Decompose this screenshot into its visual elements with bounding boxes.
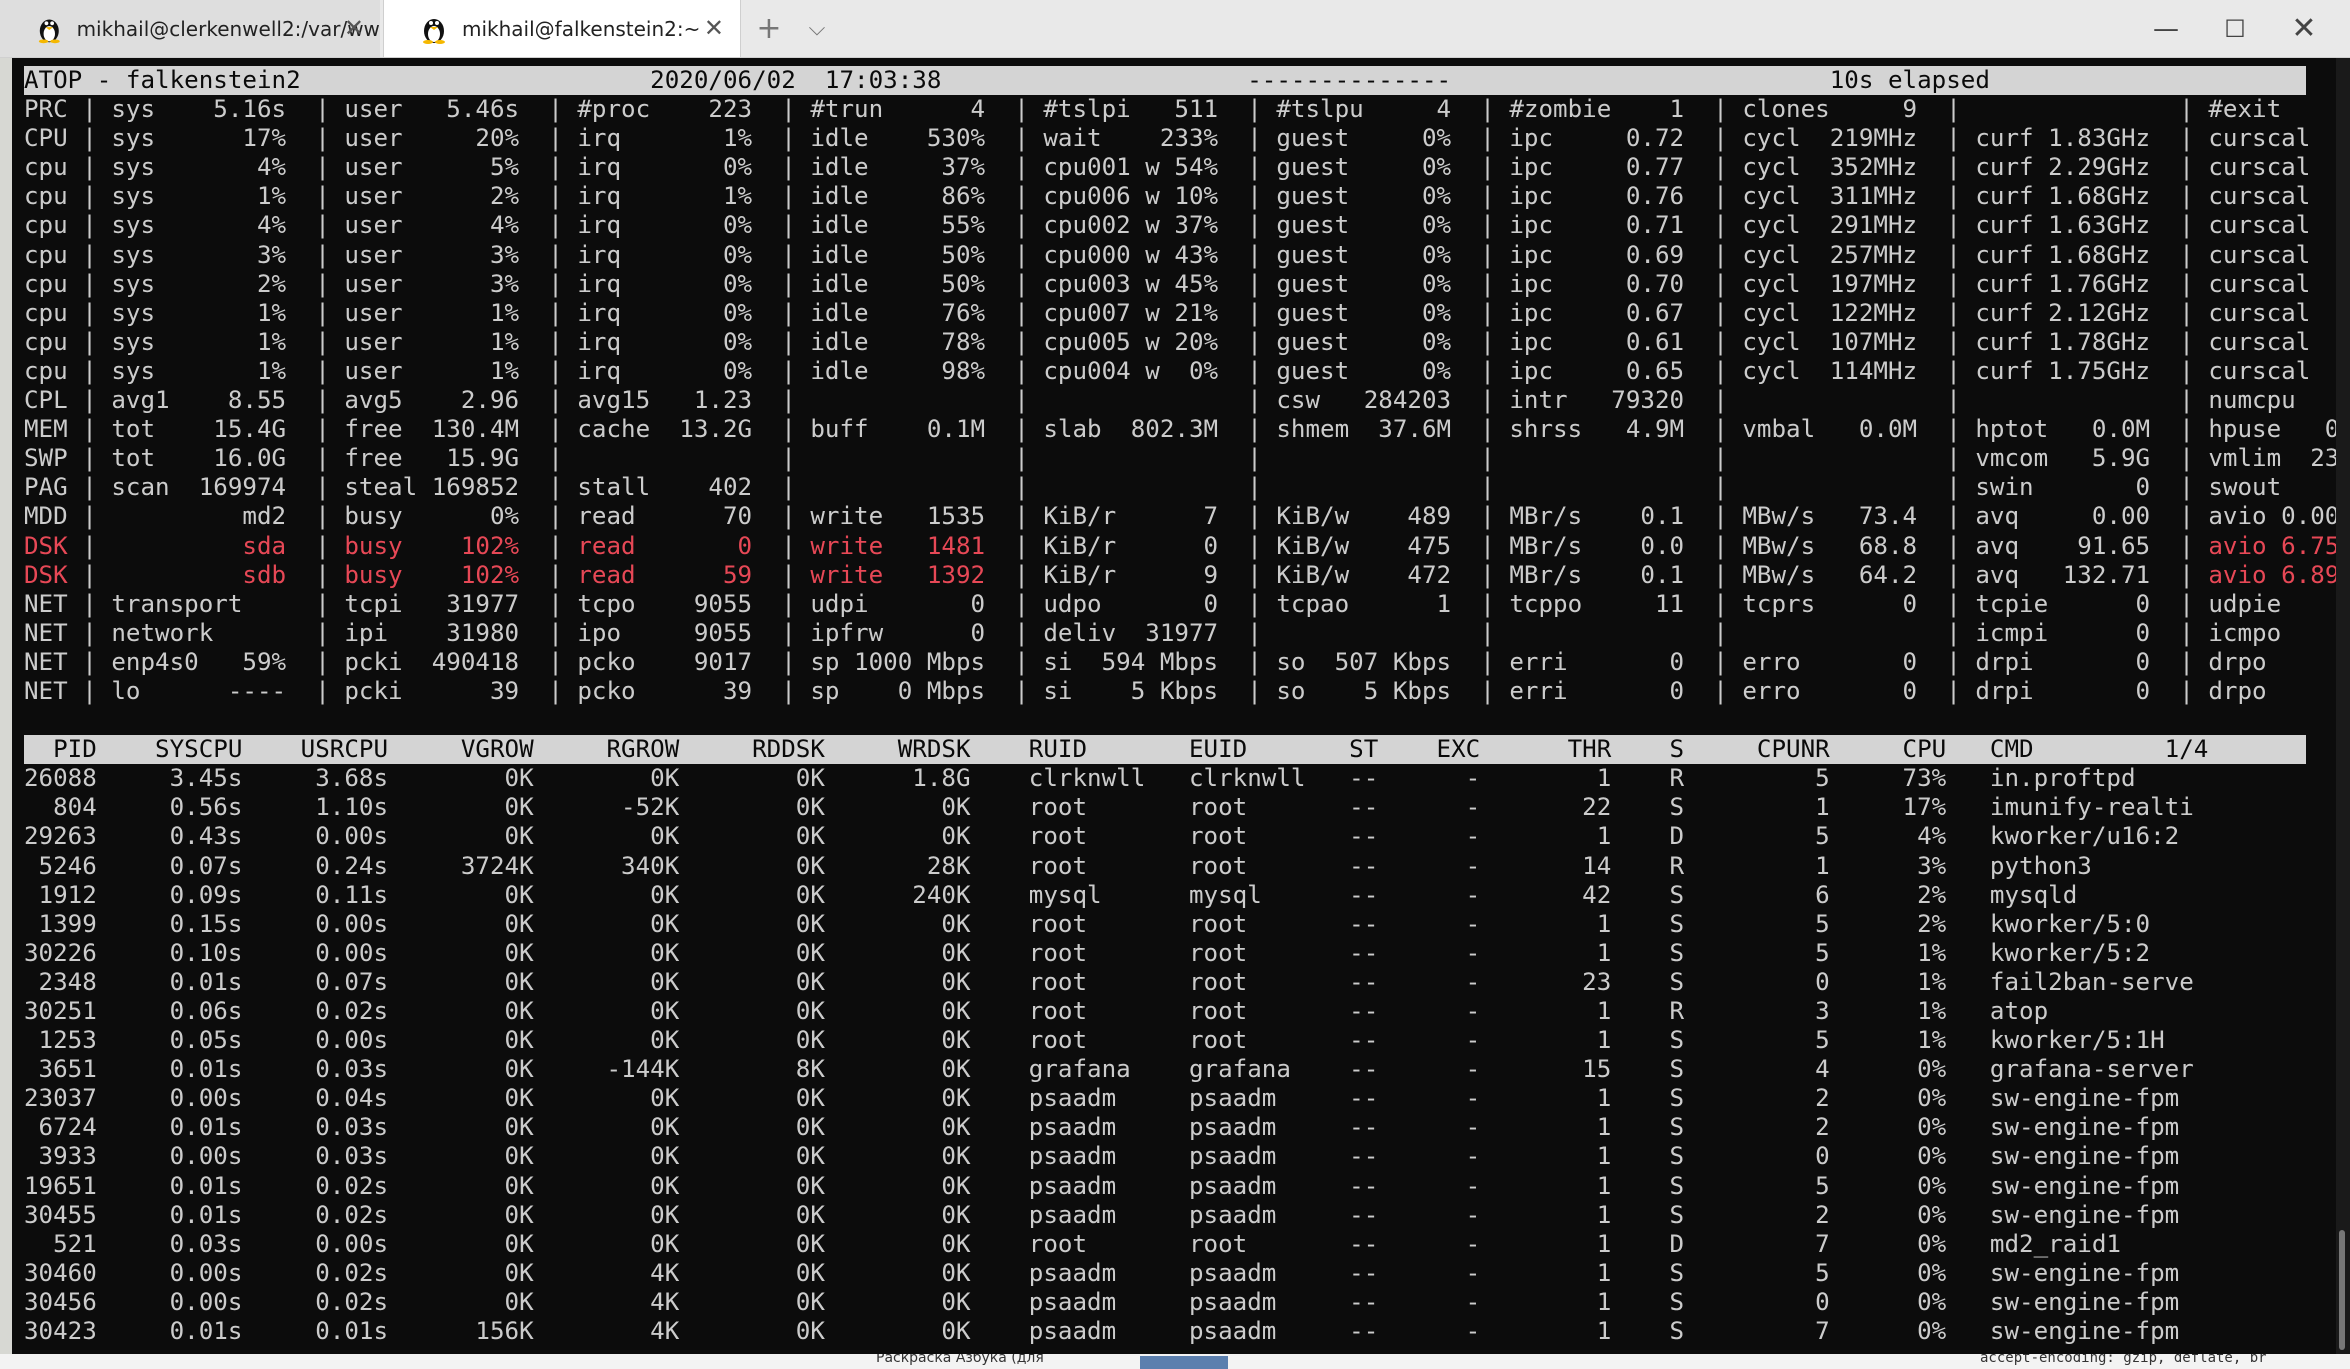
disk-stats: DSK | sda | busy 102% | read 0 | write 1… [24, 532, 2336, 590]
net-line: NET | transport | tcpi 31977 | tcpo 9055… [24, 589, 2336, 618]
disk-avio: avio 6.89 ms [2208, 560, 2336, 589]
stat-line: cpu | sys 4% | user 4% | irq 0% | idle 5… [24, 211, 2336, 240]
disk-label: DSK [24, 531, 68, 560]
process-row: 30456 0.00s 0.02s 0K 4K 0K 0K psaadm psa… [24, 1287, 2180, 1316]
new-tab-button[interactable]: + [752, 0, 786, 57]
process-row: 3933 0.00s 0.03s 0K 0K 0K 0K psaadm psaa… [24, 1142, 2180, 1171]
process-row: 2348 0.01s 0.07s 0K 0K 0K 0K root root -… [24, 967, 2194, 996]
disk-busy: busy 102% [344, 531, 520, 560]
stat-line: cpu | sys 4% | user 5% | irq 0% | idle 3… [24, 153, 2336, 182]
disk-name: sda [111, 531, 287, 560]
background-thumbnail [1140, 1356, 1228, 1369]
process-table-header: PID SYSCPU USRCPU VGROW RGROW RDDSK WRDS… [24, 735, 2306, 765]
tab-falkenstein2[interactable]: mikhail@falkenstein2:~ ✕ [383, 0, 741, 57]
disk-name: sdb [111, 560, 287, 589]
background-caption: Раскраска Азбука (для [876, 1354, 1044, 1366]
process-row: 30423 0.01s 0.01s 156K 4K 0K 0K psaadm p… [24, 1317, 2180, 1346]
net-line: NET | lo ---- | pcki 39 | pcko 39 | sp 0… [24, 676, 2336, 705]
disk-sep2: | [286, 531, 345, 560]
stat-line: CPU | sys 17% | user 20% | irq 1% | idle… [24, 124, 2336, 153]
process-row: 6724 0.01s 0.03s 0K 0K 0K 0K psaadm psaa… [24, 1113, 2180, 1142]
net-line: NET | enp4s0 59% | pcki 490418 | pcko 90… [24, 647, 2336, 676]
process-row: 26088 3.45s 3.68s 0K 0K 0K 1.8G clrknwll… [24, 764, 2136, 793]
tab-dropdown-icon[interactable]: ⌵ [800, 0, 834, 57]
disk-write: write 1481 [810, 531, 986, 560]
disk-sep3: | [519, 531, 578, 560]
stat-line: cpu | sys 1% | user 1% | irq 0% | idle 7… [24, 298, 2336, 327]
process-row: 23037 0.00s 0.04s 0K 0K 0K 0K psaadm psa… [24, 1084, 2180, 1113]
net-line: NET | network | ipi 31980 | ipo 9055 | i… [24, 618, 2336, 647]
disk-line: DSK | sdb | busy 102% | read 59 | write … [24, 561, 2336, 590]
disk-read: read 59 [577, 560, 753, 589]
tux-penguin-icon [423, 18, 445, 44]
stat-line: SWP | tot 16.0G | free 15.9G | | | | | |… [24, 444, 2336, 473]
process-row: 3651 0.01s 0.03s 0K -144K 8K 0K grafana … [24, 1055, 2194, 1084]
background-header-text: accept-encoding: gzip, deflate, br [1980, 1354, 2267, 1366]
stat-line: PAG | scan 169974 | steal 169852 | stall… [24, 473, 2336, 502]
process-row: 1399 0.15s 0.00s 0K 0K 0K 0K root root -… [24, 909, 2151, 938]
process-row: 1253 0.05s 0.00s 0K 0K 0K 0K root root -… [24, 1026, 2165, 1055]
disk-sep4: | [752, 531, 811, 560]
minimize-button[interactable]: — [2136, 0, 2196, 57]
disk-sep3: | [519, 560, 578, 589]
stat-line: cpu | sys 1% | user 1% | irq 0% | idle 9… [24, 356, 2336, 385]
close-window-button[interactable]: ✕ [2274, 0, 2334, 57]
process-row: 30460 0.00s 0.02s 0K 4K 0K 0K psaadm psa… [24, 1258, 2180, 1287]
stat-line: cpu | sys 3% | user 3% | irq 0% | idle 5… [24, 240, 2336, 269]
process-row: 30251 0.06s 0.02s 0K 0K 0K 0K root root … [24, 997, 2049, 1025]
tab-clerkenwell2[interactable]: mikhail@clerkenwell2:/var/www ✕ [0, 0, 380, 57]
tab-title: mikhail@clerkenwell2:/var/www [76, 16, 380, 41]
terminal-scrollbar[interactable] [2336, 58, 2350, 1354]
maximize-button[interactable]: ☐ [2205, 0, 2265, 57]
process-row: 1912 0.09s 0.11s 0K 0K 0K 240K mysql mys… [24, 880, 2078, 909]
disk-write: write 1392 [810, 560, 986, 589]
disk-sep1: | [67, 560, 112, 589]
system-stats: PRC | sys 5.16s | user 5.46s | #proc 223… [24, 95, 2336, 531]
disk-sep4: | [752, 560, 811, 589]
process-row: 30455 0.01s 0.02s 0K 0K 0K 0K psaadm psa… [24, 1200, 2180, 1229]
close-tab-icon[interactable]: ✕ [704, 14, 724, 42]
process-row: 19651 0.01s 0.02s 0K 0K 0K 0K psaadm psa… [24, 1171, 2180, 1200]
window-titlebar: mikhail@clerkenwell2:/var/www ✕ mikhail@… [0, 0, 2350, 58]
disk-sep1: | [67, 531, 112, 560]
process-row: 29263 0.43s 0.00s 0K 0K 0K 0K root root … [24, 822, 2180, 851]
stat-line: MDD | md2 | busy 0% | read 70 | write 15… [24, 502, 2336, 531]
disk-busy: busy 102% [344, 560, 520, 589]
stat-line: CPL | avg1 8.55 | avg5 2.96 | avg15 1.23… [24, 386, 2336, 415]
disk-rest: | KiB/r 0 | KiB/w 475 | MBr/s 0.0 | MBw/… [985, 531, 2209, 560]
terminal-pane[interactable]: ATOP - falkenstein2 2020/06/02 17:03:38 … [12, 58, 2336, 1354]
scrollbar-thumb[interactable] [2339, 1230, 2345, 1350]
stat-line: cpu | sys 2% | user 3% | irq 0% | idle 5… [24, 269, 2336, 298]
disk-rest: | KiB/r 9 | KiB/w 472 | MBr/s 0.1 | MBw/… [985, 560, 2209, 589]
process-row: 30226 0.10s 0.00s 0K 0K 0K 0K root root … [24, 938, 2151, 967]
atop-output: ATOP - falkenstein2 2020/06/02 17:03:38 … [12, 58, 2336, 1346]
process-table: 26088 3.45s 3.68s 0K 0K 0K 1.8G clrknwll… [24, 764, 2336, 1346]
disk-avio: avio 6.75 ms [2208, 531, 2336, 560]
disk-read: read 0 [577, 531, 753, 560]
stat-line: MEM | tot 15.4G | free 130.4M | cache 13… [24, 415, 2336, 444]
stat-line: cpu | sys 1% | user 1% | irq 0% | idle 7… [24, 327, 2336, 356]
tux-penguin-icon [38, 19, 60, 43]
tab-title: mikhail@falkenstein2:~ [462, 16, 701, 41]
process-row: 521 0.03s 0.00s 0K 0K 0K 0K root root --… [24, 1229, 2121, 1258]
close-tab-icon[interactable]: ✕ [344, 14, 364, 42]
process-row: 804 0.56s 1.10s 0K -52K 0K 0K root root … [24, 793, 2194, 822]
disk-sep2: | [286, 560, 345, 589]
process-row: 5246 0.07s 0.24s 3724K 340K 0K 28K root … [24, 851, 2092, 880]
stat-line: PRC | sys 5.16s | user 5.46s | #proc 223… [24, 95, 2336, 124]
network-stats: NET | transport | tcpi 31977 | tcpo 9055… [24, 590, 2336, 706]
disk-line: DSK | sda | busy 102% | read 0 | write 1… [24, 532, 2336, 561]
atop-header-bar: ATOP - falkenstein2 2020/06/02 17:03:38 … [24, 66, 2306, 96]
stat-line: cpu | sys 1% | user 2% | irq 1% | idle 8… [24, 182, 2336, 211]
disk-label: DSK [24, 560, 68, 589]
